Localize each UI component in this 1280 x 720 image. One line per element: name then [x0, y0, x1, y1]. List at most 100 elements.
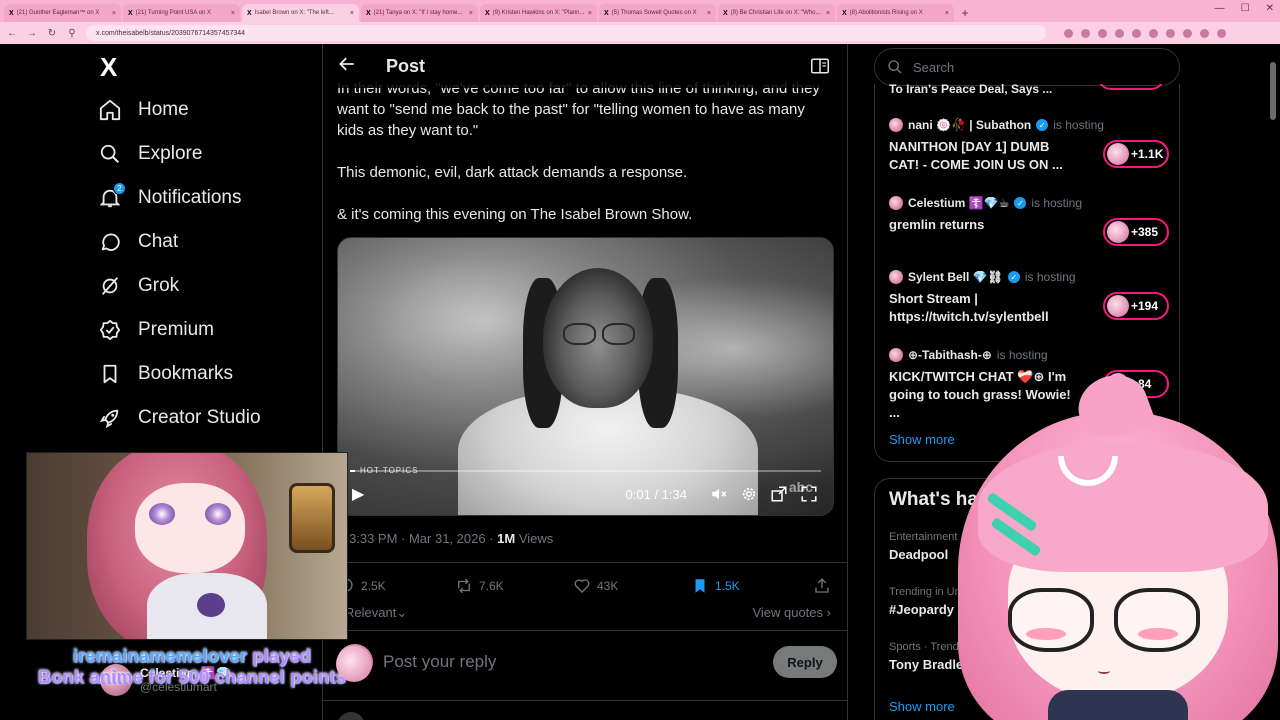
view-quotes-link[interactable]: View quotes ›: [752, 605, 831, 620]
repost-button[interactable]: 7.6K: [455, 577, 573, 595]
verified-badge-icon: ✓: [1007, 271, 1020, 283]
forward-nav-icon[interactable]: →: [26, 28, 38, 39]
close-icon[interactable]: ×: [469, 10, 473, 17]
close-icon[interactable]: ×: [231, 10, 235, 17]
video-player[interactable]: HOT TOPICS abc ▶ 0:01 / 1:34: [337, 237, 834, 516]
x-favicon-icon: X: [247, 9, 252, 17]
nav-item-chat[interactable]: Chat: [98, 220, 316, 264]
browser-tab[interactable]: X (21) Gunther Eagleman™ on X ×: [4, 4, 121, 22]
search-icon: [888, 60, 902, 74]
back-arrow-icon[interactable]: [337, 54, 361, 78]
profile-avatar[interactable]: [1200, 28, 1209, 38]
extension-icon[interactable]: [1064, 28, 1073, 38]
rocket-icon: [98, 406, 122, 430]
minimize-icon[interactable]: —: [1215, 3, 1225, 14]
back-nav-icon[interactable]: ←: [6, 28, 18, 39]
url-input[interactable]: x.com/theisabelb/status/2039076714357457…: [86, 25, 1046, 41]
close-icon[interactable]: ×: [350, 10, 354, 17]
extension-icon[interactable]: [1149, 28, 1158, 38]
close-icon[interactable]: ×: [707, 10, 711, 17]
browser-tab[interactable]: X (9) Be Christian Life on X: "Who... ×: [718, 4, 835, 22]
nav-item-explore[interactable]: Explore: [98, 132, 316, 176]
video-progress-bar[interactable]: [350, 470, 821, 472]
new-tab-button[interactable]: +: [956, 4, 974, 22]
live-item[interactable]: Celestium ☦️💎☕ ✓ is hosting gremlin return…: [889, 196, 1169, 246]
repost-icon: [458, 578, 470, 594]
search-input[interactable]: Search: [874, 48, 1180, 86]
browser-tab[interactable]: X (8) Abolitionists Rising on X ×: [837, 4, 954, 22]
address-bar: ← → ↻ ⚲ x.com/theisabelb/status/20390767…: [0, 22, 1280, 44]
bookmark-button[interactable]: 1.5K: [691, 577, 809, 595]
close-icon[interactable]: ×: [112, 10, 116, 17]
avatar: [889, 270, 903, 284]
reload-icon[interactable]: ↻: [46, 28, 58, 39]
live-listener-pill[interactable]: +194: [1103, 292, 1169, 320]
nav-item-premium[interactable]: Premium: [98, 308, 316, 352]
browser-tab[interactable]: X (21) Tanya on X: "If I stay home... ×: [361, 4, 478, 22]
main-column: Post In their words, "we've come too far…: [322, 44, 848, 720]
live-listener-pill[interactable]: +1.1K: [1103, 140, 1169, 168]
search-icon: [98, 142, 122, 166]
next-reply-preview[interactable]: [337, 712, 535, 720]
mute-icon[interactable]: [709, 484, 729, 504]
extension-icon[interactable]: [1166, 28, 1175, 38]
extension-icon[interactable]: [1098, 28, 1107, 38]
like-button[interactable]: 43K: [573, 577, 691, 595]
extension-icon[interactable]: [1081, 28, 1090, 38]
share-button[interactable]: [813, 577, 831, 595]
x-favicon-icon: X: [723, 9, 728, 17]
close-icon[interactable]: ×: [588, 10, 592, 17]
live-item[interactable]: Sylent Bell 💎⛓ ✓ is hosting Short Stream |…: [889, 270, 1169, 326]
page-scrollbar[interactable]: [1270, 62, 1276, 120]
menu-icon[interactable]: [1217, 28, 1226, 38]
live-title: gremlin returns: [889, 217, 985, 232]
avatar: [1107, 221, 1129, 243]
close-window-icon[interactable]: ✕: [1266, 3, 1274, 14]
maximize-icon[interactable]: ☐: [1241, 3, 1250, 14]
nav-item-creator-studio[interactable]: Creator Studio: [98, 396, 316, 440]
extension-icon[interactable]: [1132, 28, 1141, 38]
nav-item-grok[interactable]: Grok: [98, 264, 316, 308]
video-time: 0:01 / 1:34: [625, 486, 687, 502]
post-header: Post: [323, 44, 847, 88]
tweet-paragraph: & it's coming this evening on The Isabel…: [337, 206, 693, 223]
extension-icon[interactable]: [1115, 28, 1124, 38]
live-title: NANITHON [DAY 1] DUMB CAT! - COME JOIN U…: [889, 139, 1063, 172]
site-info-icon[interactable]: ⚲: [66, 28, 78, 39]
home-icon: [98, 98, 122, 122]
x-logo[interactable]: X: [100, 52, 130, 82]
extension-icon[interactable]: [1183, 28, 1192, 38]
reply-input[interactable]: Post your reply: [383, 652, 496, 672]
reply-button[interactable]: 2.5K: [337, 577, 455, 595]
alert-avatar: [336, 646, 372, 682]
popout-icon[interactable]: [769, 484, 789, 504]
live-item[interactable]: nani 🍥🥀 | Subathon ✓ is hosting NANITHON […: [889, 118, 1169, 174]
x-favicon-icon: X: [842, 9, 847, 17]
browser-tab[interactable]: X (21) Turning Point USA on X ×: [123, 4, 240, 22]
video-subject-glasses: [563, 323, 635, 345]
truncated-live-title[interactable]: To Iran's Peace Deal, Says ...: [889, 84, 1052, 96]
stream-alert: iremainamemelover played Bonk anime for …: [38, 646, 346, 687]
reply-sort-dropdown[interactable]: Relevant⌄: [345, 605, 407, 621]
x-favicon-icon: X: [485, 9, 490, 17]
browser-tab-active[interactable]: X Isabel Brown on X: "The left... ×: [242, 4, 359, 22]
reply-submit-button[interactable]: Reply: [773, 646, 837, 678]
play-icon[interactable]: ▶: [352, 484, 372, 504]
live-listener-pill[interactable]: +385: [1103, 218, 1169, 246]
views-label: Views: [518, 531, 554, 546]
fullscreen-icon[interactable]: [799, 484, 819, 504]
nav-item-home[interactable]: Home: [98, 88, 316, 132]
close-icon[interactable]: ×: [945, 10, 949, 17]
nav-item-notifications[interactable]: 2 Notifications: [98, 176, 316, 220]
nav-item-bookmarks[interactable]: Bookmarks: [98, 352, 316, 396]
post-timestamp[interactable]: 3:33 PM · Mar 31, 2026 ·: [349, 531, 497, 546]
reader-mode-icon[interactable]: [811, 58, 829, 79]
heart-icon: [574, 579, 590, 593]
post-metadata: 3:33 PM · Mar 31, 2026 · 1M Views: [349, 531, 553, 546]
x-favicon-icon: X: [128, 9, 133, 17]
browser-tab[interactable]: X (9) Kristen Hawkins on X: "Plann... ×: [480, 4, 597, 22]
settings-gear-icon[interactable]: [739, 484, 759, 504]
page-title: Post: [386, 56, 426, 76]
browser-tab[interactable]: X (5) Thomas Sowell Quotes on X ×: [599, 4, 716, 22]
close-icon[interactable]: ×: [826, 10, 830, 17]
